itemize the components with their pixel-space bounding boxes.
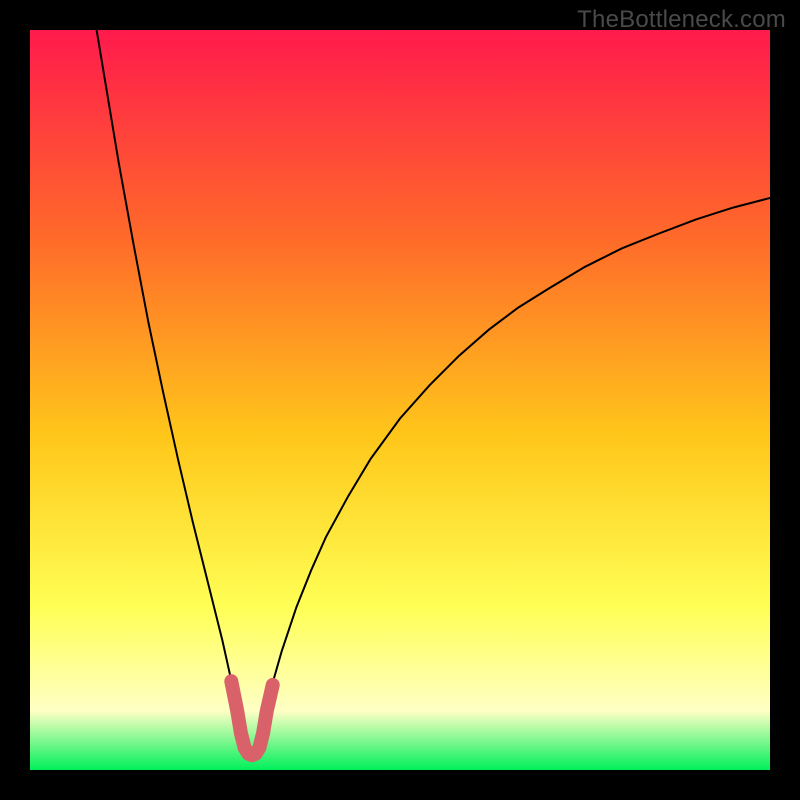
gradient-background xyxy=(30,30,770,770)
chart-outer-frame: TheBottleneck.com xyxy=(0,0,800,800)
bottleneck-curve-chart xyxy=(30,30,770,770)
watermark-label: TheBottleneck.com xyxy=(577,6,786,34)
chart-plot-area xyxy=(30,30,770,770)
